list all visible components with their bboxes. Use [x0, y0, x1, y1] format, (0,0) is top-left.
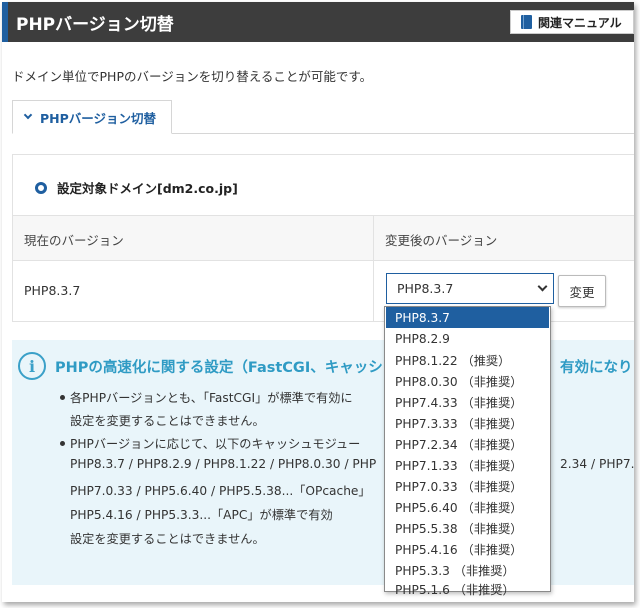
info-icon: i: [18, 352, 46, 380]
header-accent-bar: [2, 2, 8, 42]
dropdown-option[interactable]: PHP8.1.22 （推奨）: [386, 349, 549, 370]
change-button[interactable]: 変更: [558, 275, 606, 307]
version-select-value: PHP8.3.7: [397, 281, 454, 296]
dropdown-option[interactable]: PHP5.6.40 （非推奨）: [386, 496, 549, 517]
page-description: ドメイン単位でPHPのバージョンを切り替えることが可能です。: [12, 69, 373, 84]
page-header: PHPバージョン切替 関連マニュアル: [2, 2, 634, 42]
dropdown-option[interactable]: PHP8.0.30 （非推奨）: [386, 370, 549, 391]
radio-icon: [35, 181, 47, 194]
bullet-icon: [60, 441, 65, 446]
book-icon: [521, 15, 532, 29]
info-line-tail: 2.34 / PHP7.1: [560, 457, 634, 471]
column-header-current: 現在のバージョン: [24, 233, 124, 248]
column-header-new: 変更後のバージョン: [385, 233, 498, 248]
info-line: 設定を変更することはできません。: [70, 414, 265, 428]
tab-label: PHPバージョン切替: [40, 110, 157, 126]
bullet-icon: [60, 395, 65, 400]
info-line: 各PHPバージョンとも、「FastCGI」が標準で有効に: [70, 391, 353, 405]
info-line: PHP7.0.33 / PHP5.6.40 / PHP5.5.38...「OPc…: [70, 484, 371, 498]
dropdown-option[interactable]: PHP7.1.33 （非推奨）: [386, 454, 549, 475]
info-line: PHP5.4.16 / PHP5.3.3...「APC」が標準で有効: [70, 508, 333, 522]
target-domain-label: 設定対象ドメイン[dm2.co.jp]: [57, 181, 238, 196]
target-domain: 設定対象ドメイン[dm2.co.jp]: [35, 178, 238, 197]
chevron-down-icon: [537, 281, 548, 292]
info-line: PHPバージョンに応じて、以下のキャッシュモジュー: [70, 437, 361, 451]
current-version-value: PHP8.3.7: [24, 283, 81, 298]
dropdown-option[interactable]: PHP7.3.33 （非推奨）: [386, 412, 549, 433]
tab-php-version-switch[interactable]: PHPバージョン切替: [12, 100, 172, 134]
page-title: PHPバージョン切替: [16, 15, 174, 35]
settings-card: 設定対象ドメイン[dm2.co.jp] 現在のバージョン 変更後のバージョン P…: [12, 154, 634, 322]
dropdown-option[interactable]: PHP7.2.34 （非推奨）: [386, 433, 549, 454]
dropdown-option[interactable]: PHP5.4.16 （非推奨）: [386, 538, 549, 559]
related-manual-label: 関連マニュアル: [538, 15, 622, 30]
version-select[interactable]: PHP8.3.7: [386, 273, 554, 304]
column-divider: [373, 215, 374, 322]
dropdown-option[interactable]: PHP7.0.33 （非推奨）: [386, 475, 549, 496]
info-title: PHPの高速化に関する設定（FastCGI、キャッシ: [55, 360, 383, 376]
dropdown-option[interactable]: PHP5.5.38 （非推奨）: [386, 517, 549, 538]
chevron-down-icon: [23, 110, 33, 120]
dropdown-option[interactable]: PHP5.3.3 （非推奨）: [386, 559, 549, 580]
info-line: 設定を変更することはできません。: [70, 532, 265, 546]
info-title-tail: 有効になり: [560, 360, 633, 376]
table-header: 現在のバージョン 変更後のバージョン: [13, 215, 634, 261]
dropdown-option[interactable]: PHP8.2.9: [386, 328, 549, 349]
dropdown-option[interactable]: PHP7.4.33 （非推奨）: [386, 391, 549, 412]
info-line: PHP8.3.7 / PHP8.2.9 / PHP8.1.22 / PHP8.0…: [70, 457, 377, 471]
related-manual-button[interactable]: 関連マニュアル: [510, 10, 634, 34]
dropdown-option[interactable]: PHP8.3.7: [386, 307, 549, 328]
dropdown-option[interactable]: PHP5.1.6 （非推奨）: [386, 580, 549, 597]
version-dropdown-list: PHP8.3.7 PHP8.2.9 PHP8.1.22 （推奨） PHP8.0.…: [384, 306, 551, 597]
